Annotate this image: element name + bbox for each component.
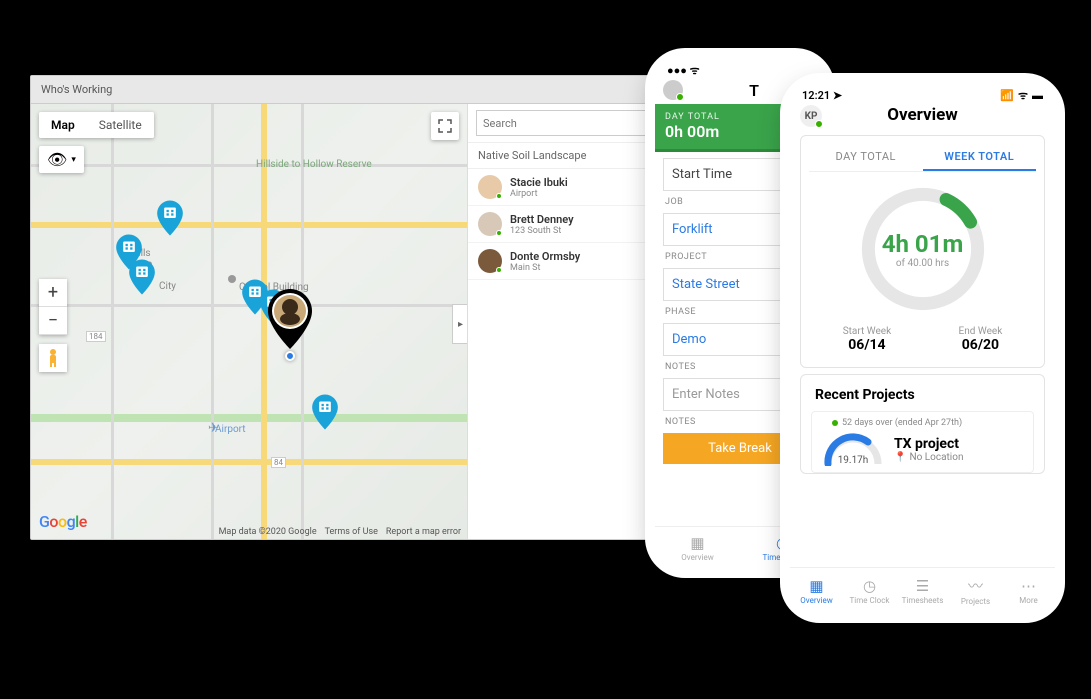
total-toggle: DAY TOTAL WEEK TOTAL — [809, 144, 1036, 172]
map-attribution: Map data ©2020 Google Terms of Use Repor… — [219, 527, 461, 537]
worker-location: Airport — [510, 189, 568, 199]
worker-avatar-pin[interactable] — [266, 289, 314, 349]
tab-overview[interactable]: ▦ Overview — [655, 527, 740, 568]
panel-title: Who's Working — [41, 83, 112, 96]
map-type-toggle: Map Satellite — [39, 112, 154, 138]
signal-icon: 📶 — [1000, 89, 1014, 102]
airport-icon: ✈ — [208, 421, 219, 436]
worker-name: Stacie Ibuki — [510, 176, 568, 189]
map-canvas[interactable]: Hillside to Hollow Reserve City Capitol … — [31, 104, 467, 539]
signal-icon: ●●● ᯤ — [667, 63, 700, 78]
eye-icon: 👁 — [47, 150, 67, 169]
project-item[interactable]: 52 days over (ended Apr 27th) 19.17h TX … — [811, 411, 1034, 473]
map-tab-map[interactable]: Map — [39, 112, 87, 138]
worker-location: 123 South St — [510, 226, 574, 236]
map-pin[interactable] — [115, 234, 143, 270]
status-bar: 12:21 ➤ 📶 ᯤ ▬ — [790, 83, 1055, 101]
tab-more[interactable]: ⋯More — [1002, 568, 1055, 613]
tab-projects[interactable]: 〰Projects — [949, 568, 1002, 613]
fullscreen-icon — [438, 119, 452, 133]
project-location: No Location — [909, 452, 963, 463]
clock-icon: ◷ — [776, 534, 789, 552]
sidebar-collapse-button[interactable]: ▸ — [452, 304, 467, 344]
screen-header: KP Overview — [790, 101, 1055, 129]
status-bar: ●●● ᯤ — [655, 58, 825, 76]
week-summary-card: DAY TOTAL WEEK TOTAL 4h 01m of 40.00 hrs… — [800, 135, 1045, 368]
chevron-down-icon: ▾ — [71, 155, 76, 165]
location-arrow-icon: ➤ — [833, 89, 842, 102]
map-tab-satellite[interactable]: Satellite — [87, 112, 154, 138]
worker-name: Donte Ormsby — [510, 250, 580, 263]
pegman-icon — [45, 348, 61, 368]
recent-projects-title: Recent Projects — [811, 385, 1034, 409]
avatar[interactable]: KP — [800, 105, 822, 127]
start-week-value: 06/14 — [843, 337, 891, 353]
map-label-hillside: Hillside to Hollow Reserve — [256, 159, 372, 170]
avatar — [478, 175, 502, 199]
project-meta: 52 days over (ended Apr 27th) — [842, 418, 962, 428]
worker-name: Brett Denney — [510, 213, 574, 226]
attribution-terms[interactable]: Terms of Use — [325, 527, 378, 537]
phone-overview: 12:21 ➤ 📶 ᯤ ▬ KP Overview DAY TOTAL WEEK… — [790, 83, 1055, 613]
zoom-controls: + − — [39, 279, 67, 335]
attribution-report[interactable]: Report a map error — [386, 527, 461, 537]
more-icon: ⋯ — [1021, 577, 1036, 595]
zoom-out-button[interactable]: − — [39, 307, 67, 335]
pegman-button[interactable] — [39, 344, 67, 372]
visibility-dropdown[interactable]: 👁 ▾ — [39, 146, 84, 173]
status-dot-icon — [832, 420, 838, 426]
poi-icon — [228, 275, 236, 283]
route-shield-84: 84 — [271, 457, 286, 468]
start-week-label: Start Week — [843, 326, 891, 337]
avatar[interactable] — [663, 80, 683, 100]
map-label-city: City — [159, 281, 176, 292]
recent-projects-card: Recent Projects 52 days over (ended Apr … — [800, 374, 1045, 474]
grid-icon: ▦ — [690, 534, 704, 552]
route-shield-184: 184 — [86, 331, 106, 342]
current-location-dot — [285, 351, 295, 361]
tab-time-clock[interactable]: ◷Time Clock — [843, 568, 896, 613]
battery-icon: ▬ — [1032, 89, 1043, 102]
bottom-tabs: ▦Overview ◷Time Clock ☰Timesheets 〰Proje… — [790, 567, 1055, 613]
google-logo: Google — [39, 512, 87, 531]
clock-text: 12:21 — [802, 89, 830, 102]
toggle-week-total[interactable]: WEEK TOTAL — [923, 144, 1037, 171]
end-week-label: End Week — [959, 326, 1003, 337]
toggle-day-total[interactable]: DAY TOTAL — [809, 144, 923, 171]
avatar — [478, 212, 502, 236]
zoom-in-button[interactable]: + — [39, 279, 67, 307]
clock-icon: ◷ — [863, 577, 876, 595]
worker-location: Main St — [510, 263, 580, 273]
avatar — [478, 249, 502, 273]
hours-donut-chart: 4h 01m of 40.00 hrs — [858, 184, 988, 314]
fullscreen-button[interactable] — [431, 112, 459, 140]
end-week-value: 06/20 — [959, 337, 1003, 353]
donut-value: 4h 01m — [882, 230, 964, 258]
map-label-airport: Airport — [215, 424, 246, 435]
project-name: TX project — [894, 436, 963, 452]
list-icon: ☰ — [916, 577, 929, 595]
screen-title: Overview — [887, 105, 958, 125]
grid-icon: ▦ — [809, 577, 823, 595]
map-pin[interactable] — [156, 200, 184, 236]
donut-subtitle: of 40.00 hrs — [896, 258, 949, 269]
map-pin[interactable] — [311, 394, 339, 430]
chart-icon: 〰 — [968, 575, 983, 596]
project-hours: 19.17h — [822, 455, 884, 466]
project-hours-arc: 19.17h — [822, 432, 884, 466]
attribution-data: Map data ©2020 Google — [219, 527, 317, 537]
tab-timesheets[interactable]: ☰Timesheets — [896, 568, 949, 613]
location-pin-icon: 📍 — [894, 452, 906, 463]
tab-overview[interactable]: ▦Overview — [790, 568, 843, 613]
